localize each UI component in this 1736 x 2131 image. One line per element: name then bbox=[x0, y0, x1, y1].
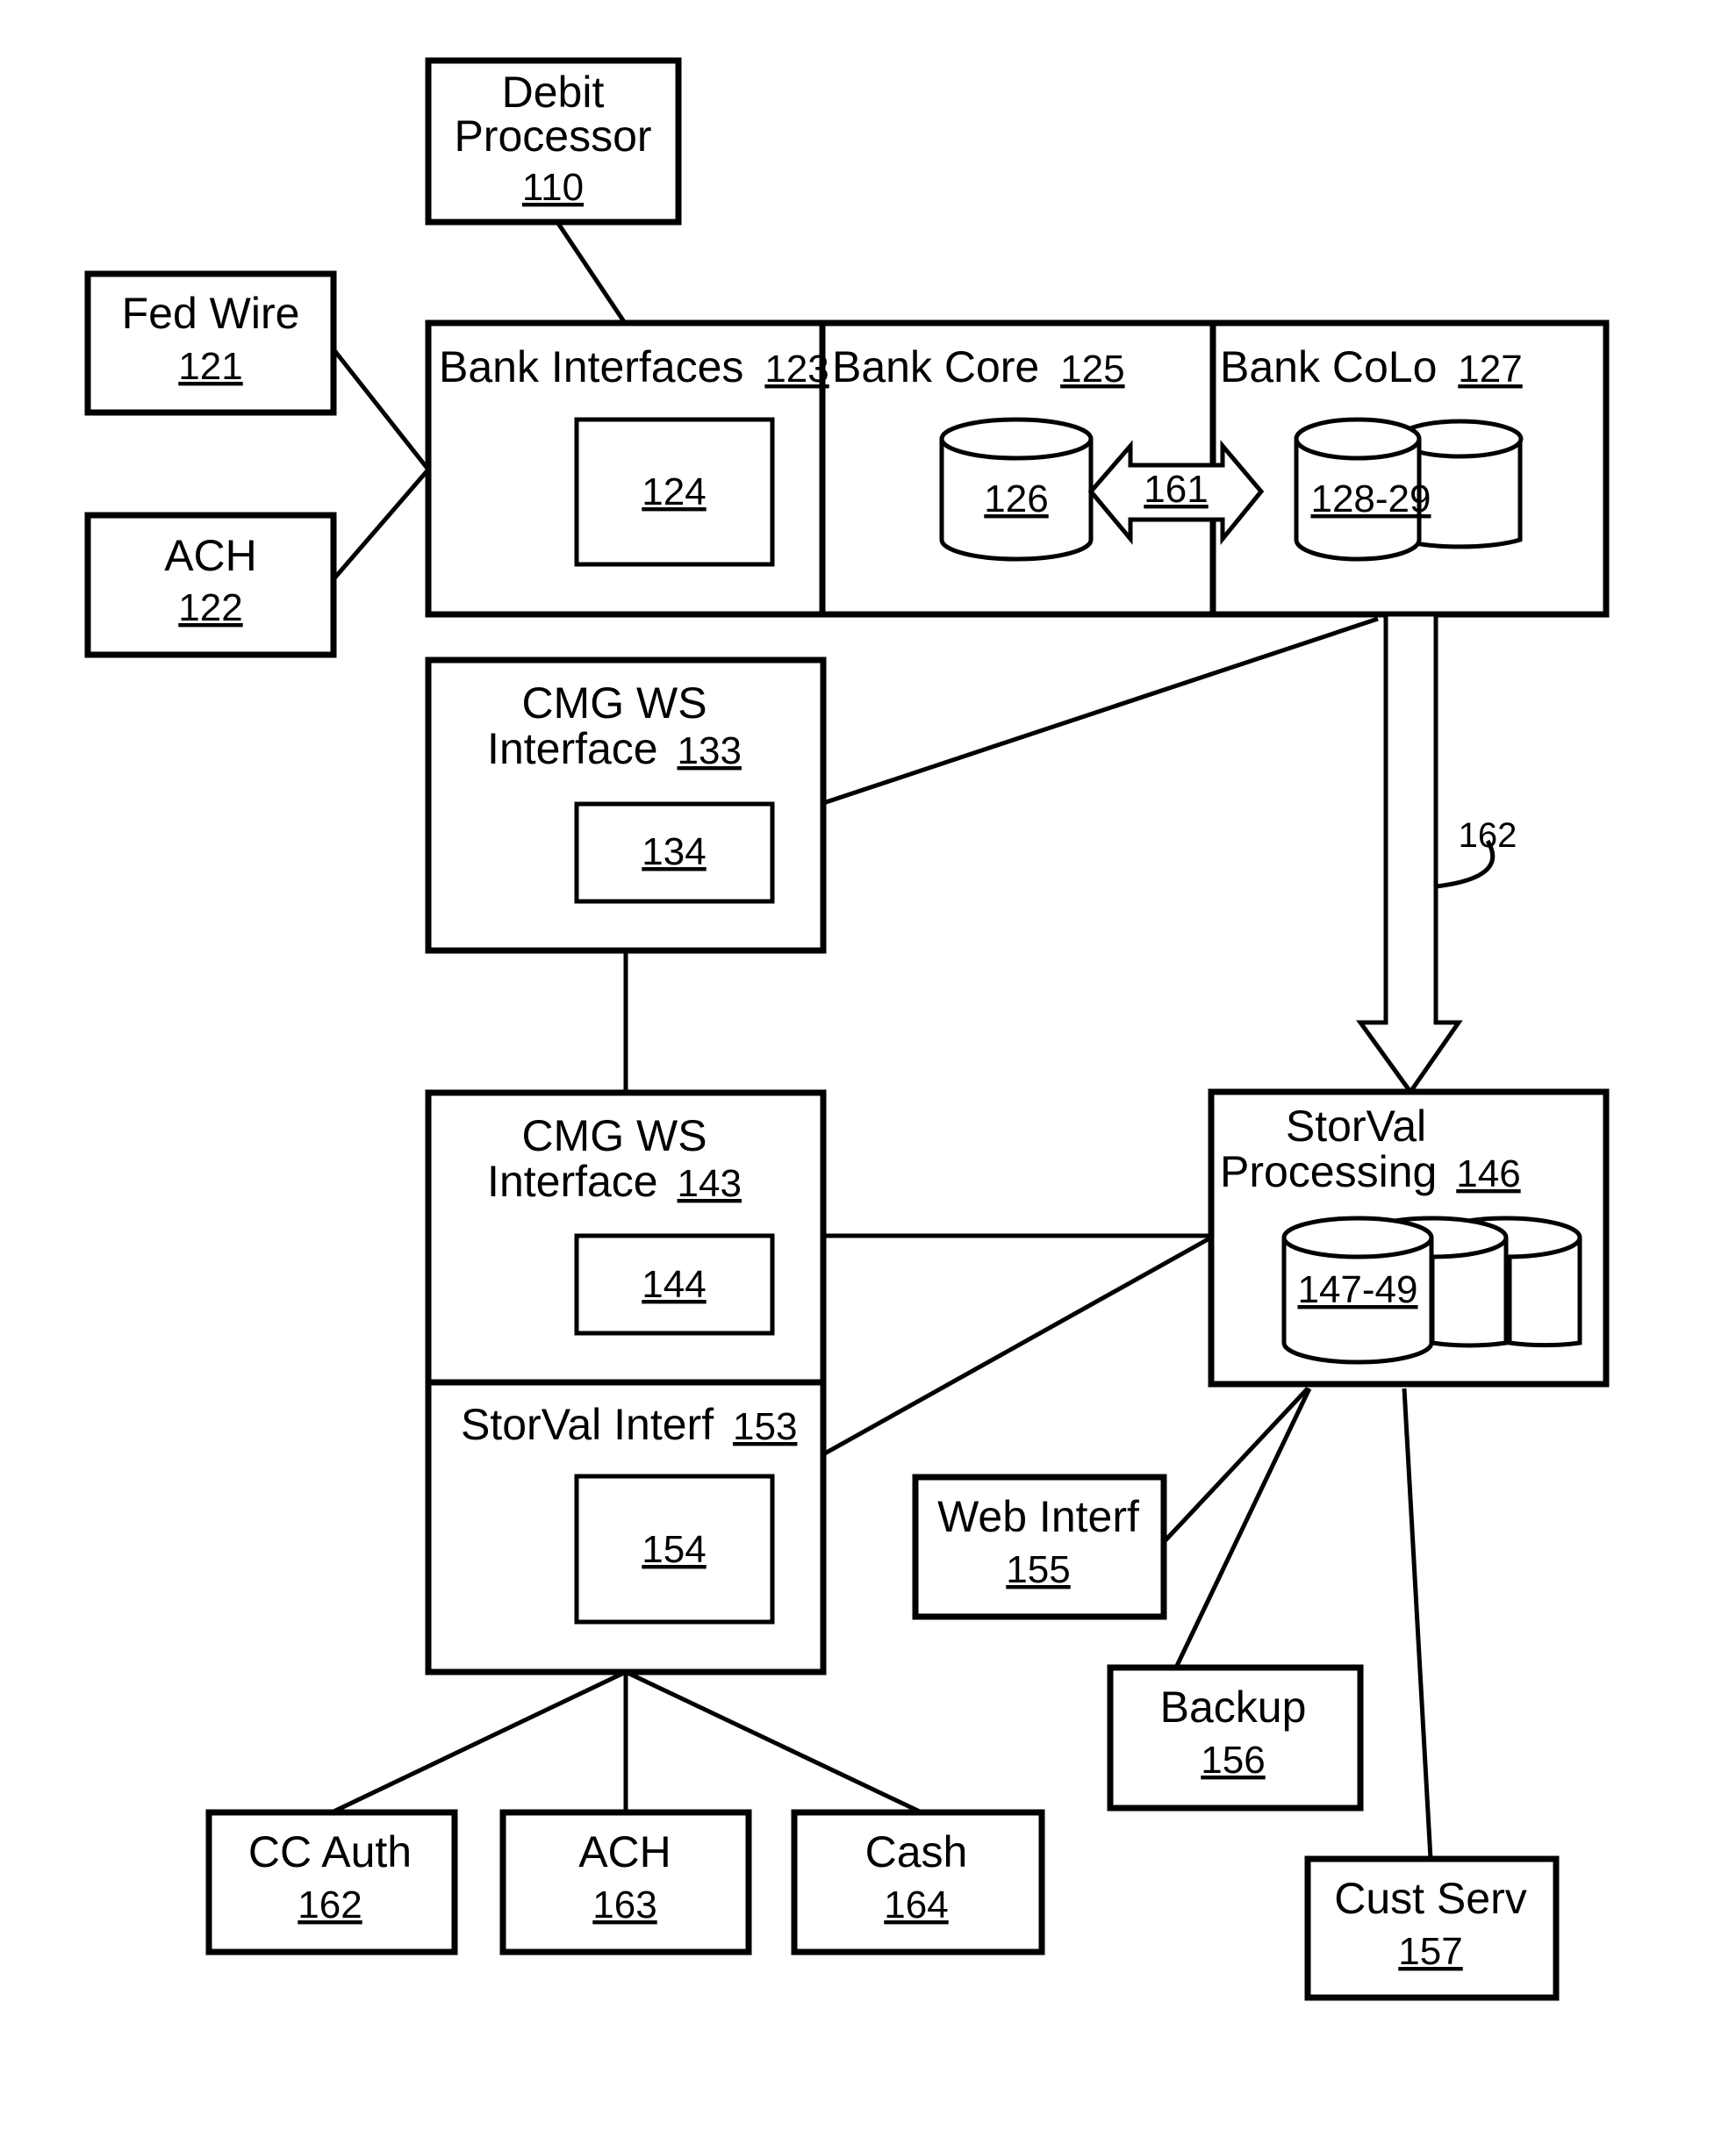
bank-core-title: Bank Core 125 bbox=[832, 342, 1125, 391]
node-backup[interactable]: Backup 156 bbox=[1107, 1664, 1364, 1812]
cc-auth-title: CC Auth bbox=[248, 1827, 412, 1876]
system-diagram: Debit Processor 110 Fed Wire 121 ACH 122… bbox=[84, 57, 1610, 2001]
node-ach-122[interactable]: ACH 122 bbox=[84, 512, 337, 658]
node-debit-processor[interactable]: Debit Processor 110 bbox=[425, 57, 682, 226]
bank-interfaces-title: Bank Interfaces 123 bbox=[439, 342, 829, 391]
edge-fedwire-to-bank-interfaces bbox=[332, 348, 430, 471]
node-cmg-ws-interface-133[interactable]: CMG WS Interface 133 134 bbox=[425, 657, 827, 954]
fed-wire-title: Fed Wire bbox=[122, 289, 300, 338]
cc-auth-ref: 162 bbox=[298, 1883, 362, 1927]
ach-163-title: ACH bbox=[578, 1827, 671, 1876]
cust-serv-title: Cust Serv bbox=[1334, 1874, 1527, 1923]
edge-storval-processing-to-backup bbox=[1173, 1387, 1312, 1669]
debit-processor-title-2: Processor bbox=[454, 111, 651, 161]
bank-colo-ref: 127 bbox=[1458, 348, 1522, 391]
block-arrow-162: 162 bbox=[1356, 612, 1517, 1096]
edge-debit-to-bank-interfaces bbox=[555, 220, 628, 325]
backup-title: Backup bbox=[1160, 1683, 1307, 1732]
storval-processing-ref: 146 bbox=[1456, 1152, 1520, 1195]
storval-processing-title-1: StorVal bbox=[1286, 1101, 1426, 1151]
database-126-ref: 126 bbox=[984, 477, 1048, 520]
backup-ref: 156 bbox=[1201, 1739, 1265, 1782]
node-storval-interf[interactable]: StorVal Interf 153 154 bbox=[425, 1379, 827, 1675]
bank-interfaces-ref: 123 bbox=[764, 348, 829, 391]
cmg-133-ref: 133 bbox=[678, 729, 742, 772]
edge-storval-interf-to-cc-auth bbox=[330, 1669, 628, 1815]
node-web-interf[interactable]: Web Interf 155 bbox=[912, 1474, 1167, 1620]
fed-wire-ref: 121 bbox=[178, 345, 242, 388]
node-cash[interactable]: Cash 164 bbox=[791, 1809, 1045, 1955]
web-interf-ref: 155 bbox=[1006, 1548, 1070, 1591]
edge-ach122-to-bank-interfaces bbox=[332, 468, 430, 581]
arrow-162-ref: 162 bbox=[1459, 816, 1517, 855]
cash-ref: 164 bbox=[884, 1883, 948, 1927]
cmg-133-title-1: CMG WS bbox=[521, 678, 707, 728]
node-ach-163[interactable]: ACH 163 bbox=[499, 1809, 752, 1955]
cust-serv-ref: 157 bbox=[1398, 1930, 1462, 1973]
arrow-161-ref: 161 bbox=[1144, 468, 1208, 511]
database-147-49-ref: 147-49 bbox=[1297, 1268, 1417, 1311]
node-cust-serv[interactable]: Cust Serv 157 bbox=[1304, 1855, 1560, 2001]
database-128-29-ref: 128-29 bbox=[1310, 477, 1431, 520]
bank-colo-title: Bank CoLo 127 bbox=[1220, 342, 1523, 391]
ach-122-title: ACH bbox=[164, 531, 257, 580]
edge-storval-processing-to-web-interf bbox=[1162, 1387, 1309, 1544]
component-154-ref: 154 bbox=[642, 1528, 706, 1571]
edge-bankcolo-to-cmg133 bbox=[822, 616, 1379, 806]
web-interf-title: Web Interf bbox=[937, 1492, 1139, 1541]
storval-processing-title-2: Processing 146 bbox=[1220, 1147, 1521, 1196]
ach-122-ref: 122 bbox=[178, 586, 242, 629]
cmg-143-ref: 143 bbox=[678, 1162, 742, 1205]
node-storval-processing[interactable]: StorVal Processing 146 147-49 bbox=[1208, 1088, 1610, 1388]
storval-interf-ref: 153 bbox=[733, 1405, 797, 1448]
edge-storval-interf-to-storval-processing bbox=[821, 1235, 1213, 1457]
edge-storval-interf-to-cash bbox=[624, 1669, 923, 1815]
cmg-143-title-2: Interface 143 bbox=[487, 1157, 742, 1206]
node-cc-auth[interactable]: CC Auth 162 bbox=[205, 1809, 458, 1955]
bank-core-ref: 125 bbox=[1060, 348, 1124, 391]
cmg-143-title-1: CMG WS bbox=[521, 1111, 707, 1160]
node-cmg-ws-interface-143[interactable]: CMG WS Interface 143 144 bbox=[425, 1089, 827, 1386]
cmg-133-title-2: Interface 133 bbox=[487, 724, 742, 773]
cash-title: Cash bbox=[865, 1827, 968, 1876]
storval-interf-title: StorVal Interf 153 bbox=[461, 1400, 797, 1449]
edge-storval-processing-to-cust-serv bbox=[1402, 1388, 1433, 1860]
component-144-ref: 144 bbox=[642, 1263, 706, 1306]
ach-163-ref: 163 bbox=[592, 1883, 656, 1927]
debit-processor-ref: 110 bbox=[522, 166, 584, 209]
debit-processor-title-1: Debit bbox=[502, 68, 605, 117]
node-fed-wire[interactable]: Fed Wire 121 bbox=[84, 270, 337, 416]
component-134-ref: 134 bbox=[642, 830, 706, 873]
component-124-ref: 124 bbox=[642, 470, 706, 513]
